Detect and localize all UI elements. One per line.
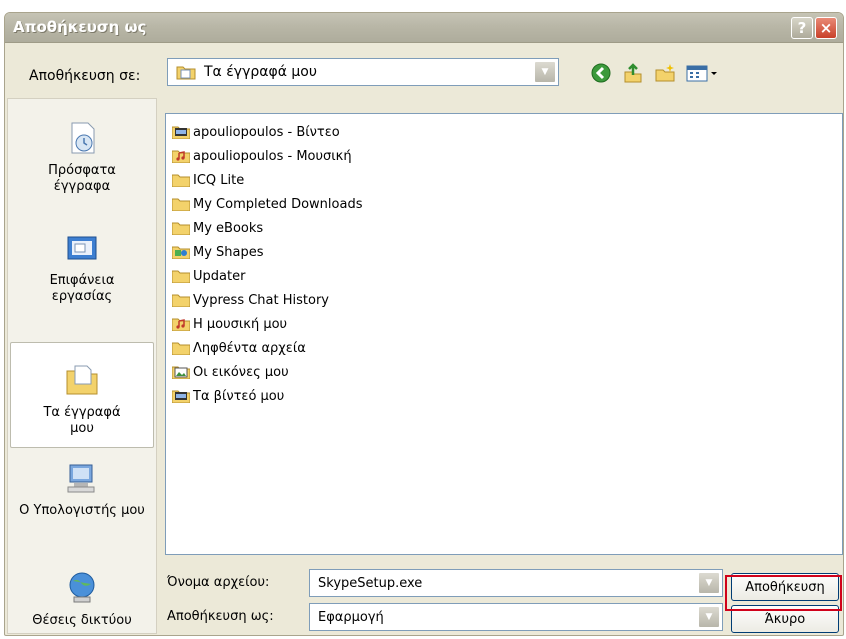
list-item[interactable]: My Shapes bbox=[172, 240, 264, 264]
recent-documents-icon bbox=[71, 122, 95, 154]
place-my-computer[interactable]: Ο Υπολογιστής μου bbox=[10, 461, 154, 519]
list-item[interactable]: Η μουσική μου bbox=[172, 312, 287, 336]
save-in-value: Τα έγγραφά μου bbox=[204, 64, 317, 80]
filetype-label: Αποθήκευση ως: bbox=[167, 609, 274, 624]
save-button-highlight bbox=[725, 575, 842, 611]
save-in-label: Αποθήκευση σε: bbox=[29, 68, 141, 84]
places-bar: Πρόσφατα έγγραφα Επιφάνεια εργασίας Τα έ… bbox=[7, 98, 157, 634]
list-item[interactable]: Τα βίντεό μου bbox=[172, 384, 284, 408]
close-button[interactable]: × bbox=[815, 17, 837, 39]
filename-field[interactable]: SkypeSetup.exe ▼ bbox=[309, 569, 723, 597]
folder-icon bbox=[172, 270, 190, 283]
place-network[interactable]: Θέσεις δικτύου bbox=[10, 571, 154, 629]
toolbar bbox=[589, 60, 719, 86]
window-title: Αποθήκευση ως bbox=[13, 18, 147, 36]
up-folder-icon[interactable] bbox=[621, 61, 645, 85]
list-item[interactable]: My eBooks bbox=[172, 216, 263, 240]
filetype-value: Εφαρμογή bbox=[318, 609, 384, 625]
pictures-folder-icon bbox=[172, 366, 190, 379]
folder-icon bbox=[172, 342, 190, 355]
my-documents-icon bbox=[66, 365, 98, 395]
chevron-down-icon[interactable]: ▼ bbox=[534, 61, 556, 83]
list-item[interactable]: Ληφθέντα αρχεία bbox=[172, 336, 306, 360]
file-list[interactable]: apouliopoulos - Βίντεο apouliopoulos - Μ… bbox=[165, 113, 843, 555]
place-desktop[interactable]: Επιφάνεια εργασίας bbox=[10, 231, 154, 305]
list-item[interactable]: Οι εικόνες μου bbox=[172, 360, 289, 384]
save-in-dropdown[interactable]: Τα έγγραφά μου ▼ bbox=[167, 58, 559, 86]
place-my-documents[interactable]: Τα έγγραφά μου bbox=[10, 342, 154, 448]
video-folder-icon bbox=[172, 126, 190, 139]
filename-label: Όνομα αρχείου: bbox=[167, 575, 270, 590]
list-item[interactable]: apouliopoulos - Βίντεο bbox=[172, 120, 340, 144]
place-label: Ο Υπολογιστής μου bbox=[19, 503, 145, 518]
shapes-folder-icon bbox=[172, 246, 190, 259]
new-folder-icon[interactable] bbox=[653, 61, 677, 85]
place-label: Πρόσφατα έγγραφα bbox=[48, 163, 116, 194]
desktop-icon bbox=[67, 236, 97, 260]
back-icon[interactable] bbox=[589, 61, 613, 85]
place-label: Τα έγγραφά μου bbox=[43, 405, 121, 436]
list-item[interactable]: apouliopoulos - Μουσική bbox=[172, 144, 352, 168]
list-item[interactable]: Vypress Chat History bbox=[172, 288, 329, 312]
folder-icon bbox=[172, 222, 190, 235]
place-label: Επιφάνεια εργασίας bbox=[49, 273, 115, 304]
title-bar[interactable]: Αποθήκευση ως ? × bbox=[5, 13, 843, 43]
folder-icon bbox=[172, 174, 190, 187]
my-computer-icon bbox=[67, 464, 95, 493]
folder-icon bbox=[172, 294, 190, 307]
list-item[interactable]: ICQ Lite bbox=[172, 168, 244, 192]
folder-icon bbox=[172, 198, 190, 211]
place-recent-documents[interactable]: Πρόσφατα έγγραφα bbox=[10, 121, 154, 195]
music-folder-icon bbox=[172, 318, 190, 331]
list-item[interactable]: My Completed Downloads bbox=[172, 192, 362, 216]
view-menu-icon[interactable] bbox=[685, 61, 719, 85]
my-documents-small-icon bbox=[176, 65, 196, 80]
filename-value: SkypeSetup.exe bbox=[318, 575, 423, 591]
chevron-down-icon[interactable]: ▼ bbox=[698, 572, 720, 594]
filetype-dropdown[interactable]: Εφαρμογή ▼ bbox=[309, 603, 723, 631]
video-folder-icon bbox=[172, 390, 190, 403]
save-as-dialog: Αποθήκευση ως ? × Αποθήκευση σε: Τα έγγρ… bbox=[4, 12, 844, 636]
music-folder-icon bbox=[172, 150, 190, 163]
help-button[interactable]: ? bbox=[791, 17, 813, 39]
network-places-icon bbox=[69, 572, 95, 603]
chevron-down-icon[interactable]: ▼ bbox=[698, 606, 720, 628]
list-item[interactable]: Updater bbox=[172, 264, 245, 288]
place-label: Θέσεις δικτύου bbox=[32, 613, 132, 628]
